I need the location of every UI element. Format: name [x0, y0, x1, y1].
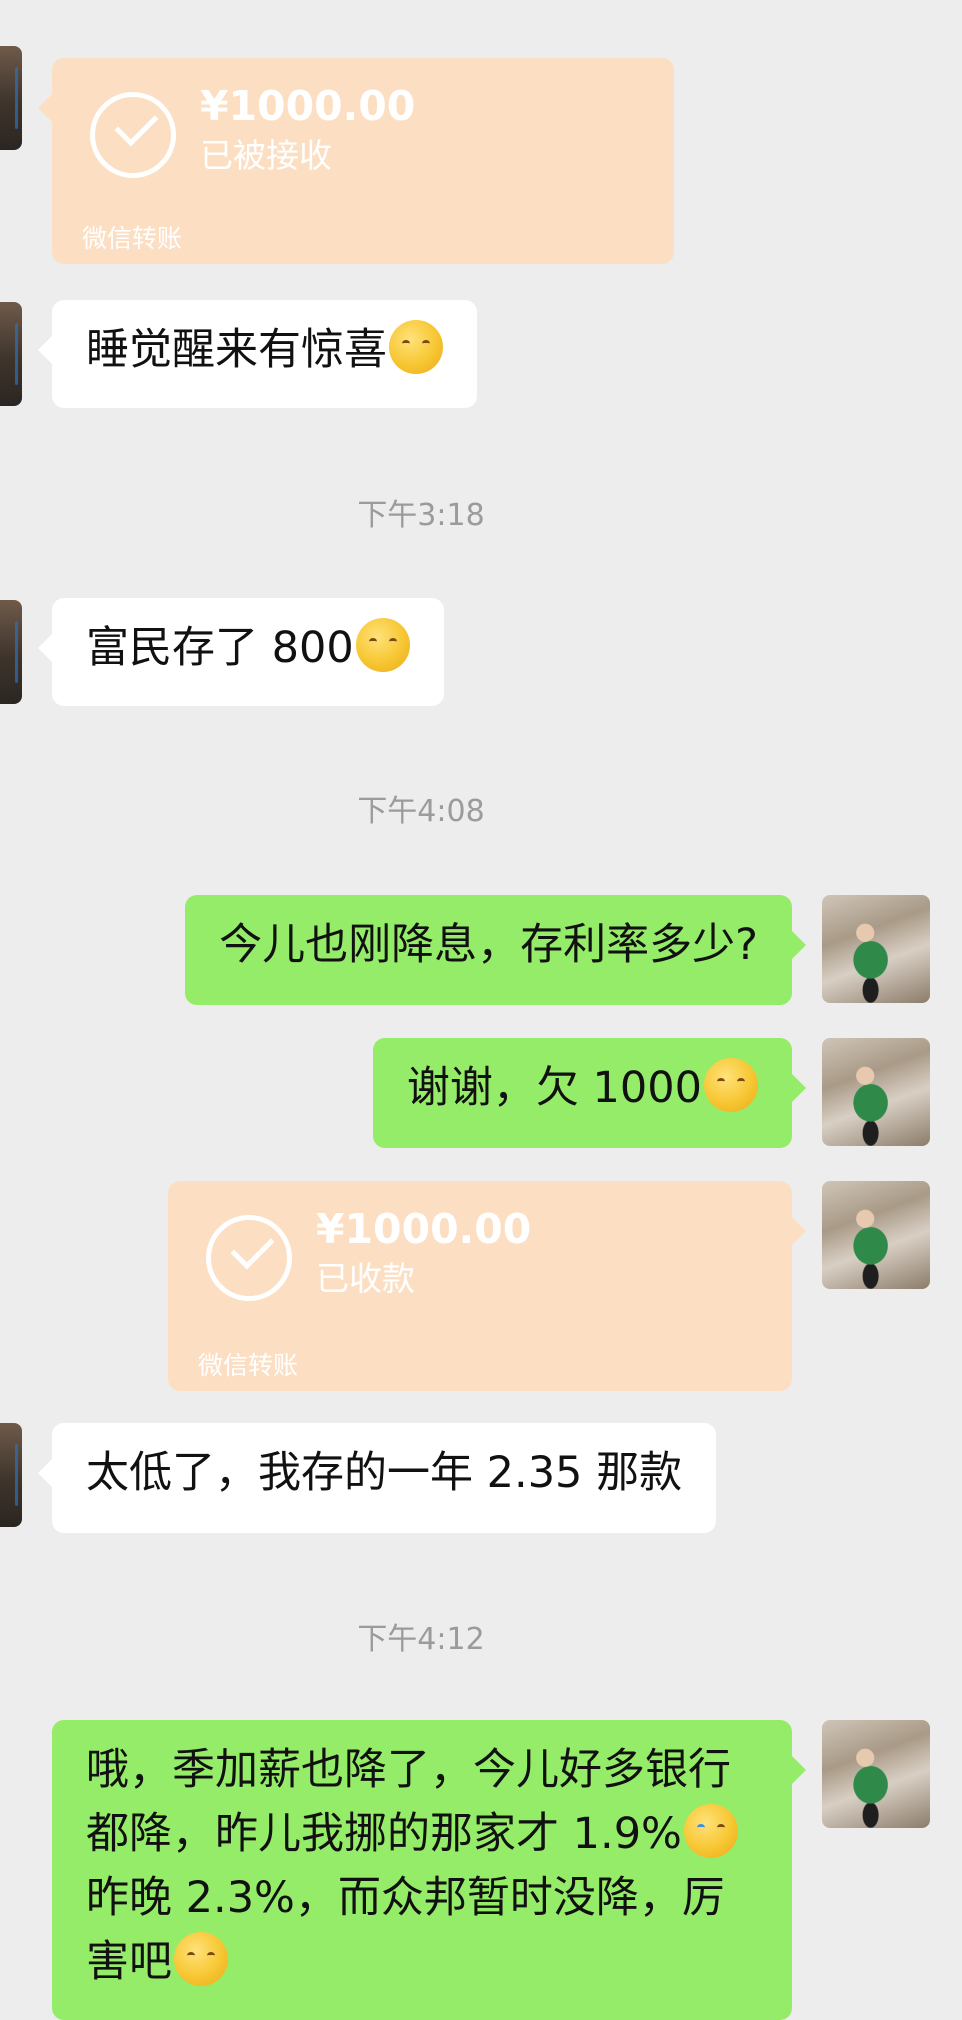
message-bubble[interactable]: 睡觉醒来有惊喜 [38, 300, 477, 408]
message-bubble[interactable]: 谢谢，欠 1000 [372, 1038, 807, 1148]
face-with-hand-over-mouth-icon [389, 320, 443, 374]
transfer-card-sent[interactable]: ¥1000.00 已收款 微信转账 [168, 1181, 806, 1391]
self-avatar[interactable] [822, 1181, 930, 1289]
message-line: 哦，季加薪也降了，今儿好多银行 [86, 1745, 731, 1795]
message-bubble[interactable]: 太低了，我存的一年 2.35 那款 [37, 1423, 717, 1533]
transfer-status: 已被接收 [200, 136, 332, 175]
transfer-footer: 微信转账 [82, 224, 183, 253]
grinning-face-icon [174, 1932, 228, 1986]
message-text: 太低了，我存的一年 2.35 那款 [86, 1448, 683, 1498]
message-text: 今儿也刚降息，存利率多少? [219, 920, 758, 970]
message-bubble[interactable]: 哦，季加薪也降了，今儿好多银行 都降，昨儿我挪的那家才 1.9% 昨晚 2.3%… [52, 1720, 806, 2020]
transfer-amount: ¥1000.00 [200, 82, 416, 130]
contact-avatar[interactable] [0, 1423, 22, 1527]
contact-avatar[interactable] [0, 46, 22, 150]
timestamp: 下午3:18 [357, 498, 485, 533]
check-circle-icon [90, 92, 176, 178]
check-circle-icon [206, 1215, 292, 1301]
face-with-hand-over-mouth-icon [355, 618, 410, 672]
self-avatar[interactable] [822, 1720, 930, 1828]
timestamp: 下午4:12 [357, 1622, 485, 1657]
message-text: 谢谢，欠 1000 [406, 1063, 702, 1113]
timestamp: 下午4:08 [357, 794, 485, 829]
transfer-card-received[interactable]: ¥1000.00 已被接收 微信转账 [38, 58, 674, 264]
message-bubble[interactable]: 富民存了 800 [38, 598, 444, 706]
transfer-footer: 微信转账 [198, 1351, 299, 1380]
contact-avatar[interactable] [0, 302, 22, 406]
transfer-amount: ¥1000.00 [316, 1205, 532, 1253]
message-line: 都降，昨儿我挪的那家才 1.9% [86, 1809, 682, 1859]
contact-avatar[interactable] [0, 600, 22, 704]
loudly-crying-face-icon [683, 1804, 738, 1858]
kissing-face-icon [704, 1058, 758, 1112]
message-bubble[interactable]: 今儿也刚降息，存利率多少? [185, 895, 806, 1005]
message-line: 昨晚 2.3%，而众邦暂时没降，厉 [86, 1873, 725, 1923]
message-text: 富民存了 800 [86, 623, 354, 673]
transfer-status: 已收款 [316, 1259, 415, 1298]
message-text: 睡觉醒来有惊喜 [86, 325, 387, 375]
self-avatar[interactable] [822, 895, 930, 1003]
self-avatar[interactable] [822, 1038, 930, 1146]
